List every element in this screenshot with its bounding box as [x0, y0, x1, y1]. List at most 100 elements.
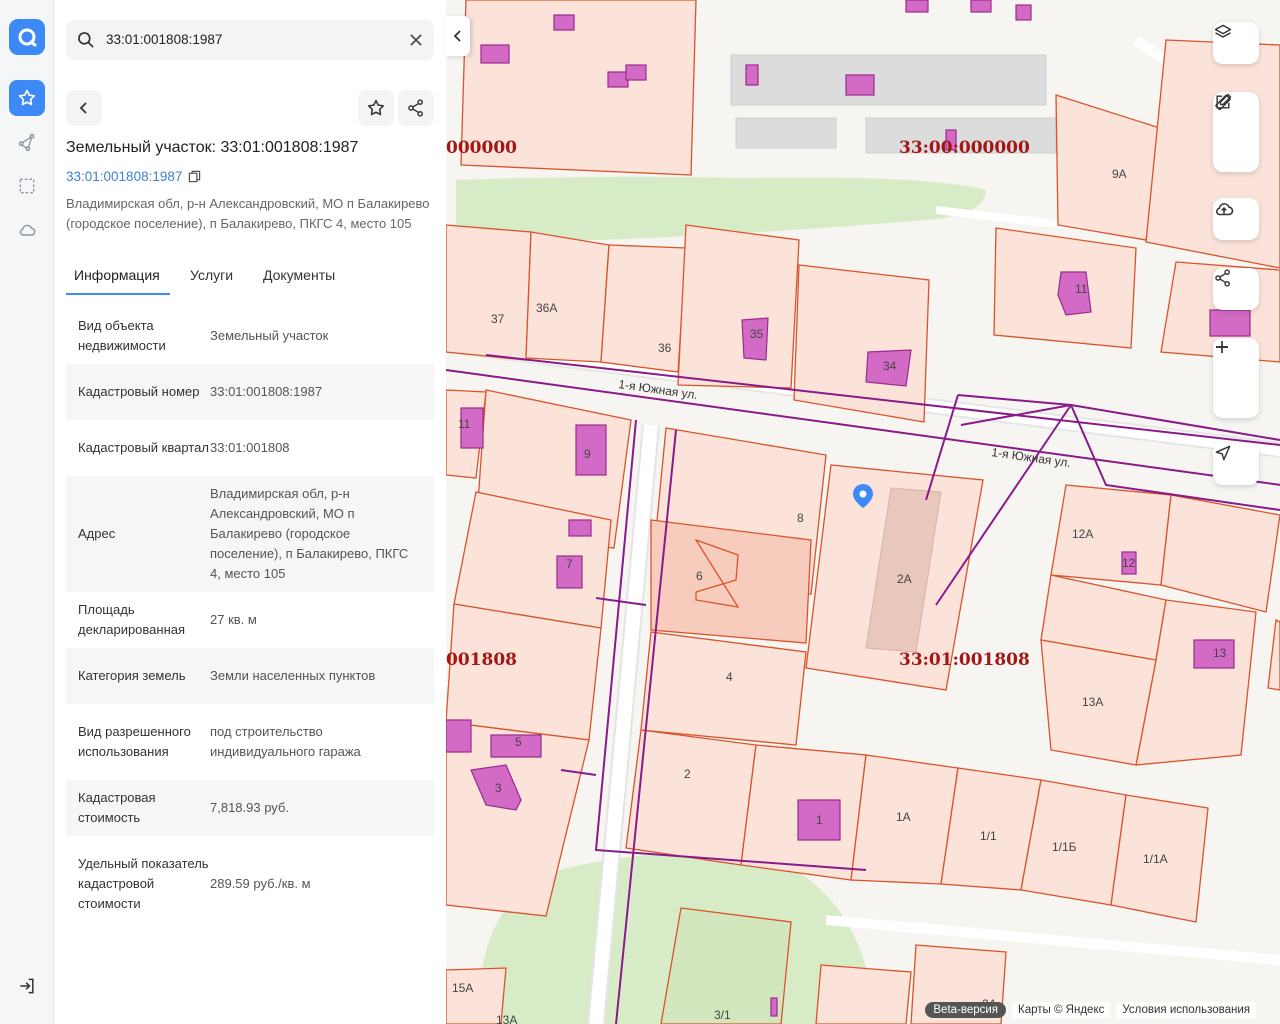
yandex-attribution[interactable]: Карты © Яндекс — [1012, 1002, 1111, 1018]
parcel-label: 6 — [696, 569, 703, 583]
parcel-label: 2 — [684, 767, 691, 781]
chevron-left-icon — [453, 30, 461, 42]
parcel-label: 1/1А — [1143, 852, 1168, 866]
row-label: Вид объекта недвижимости — [78, 318, 166, 353]
table-row: Площадь декларированная 27 кв. м — [66, 592, 434, 648]
collapse-panel-button[interactable] — [446, 16, 470, 56]
map-share-button[interactable] — [1213, 268, 1259, 310]
object-address: Владимирская обл, р-н Александровский, М… — [66, 196, 430, 231]
cloud-upload-icon — [1216, 203, 1234, 216]
parcel-label: 36 — [658, 341, 672, 355]
parcel-label: 11 — [458, 417, 471, 431]
quarter-label: 33:00:000000 — [899, 138, 1030, 158]
parcel-label: 5 — [515, 735, 522, 749]
quarter-label: 001808 — [446, 650, 517, 670]
favorites-star-icon[interactable] — [9, 80, 45, 116]
info-table: Вид объекта недвижимости Земельный участ… — [66, 308, 434, 932]
row-label: Адрес — [78, 526, 116, 541]
table-row: Категория земель Земли населенных пункто… — [66, 648, 434, 704]
table-row: Адрес Владимирская обл, р-н Александровс… — [66, 476, 434, 592]
parcel-label: 35 — [750, 327, 764, 341]
navigation-arrow-icon — [1215, 445, 1231, 461]
parcel-label: 37 — [491, 312, 505, 326]
parcel-label: 3/1 — [714, 1008, 731, 1022]
quarter-label: 000000 — [446, 138, 517, 158]
parcel-label: 12А — [1072, 527, 1093, 541]
row-value: 27 кв. м — [210, 612, 257, 627]
tabs: Информация Услуги Документы — [66, 264, 434, 296]
app-logo-icon[interactable] — [9, 19, 45, 55]
tools-group — [1213, 92, 1259, 172]
row-value: под строительство индивидуального гаража — [210, 724, 361, 759]
parcel-label: 1 — [816, 813, 823, 827]
parcel-label: 7 — [566, 557, 573, 571]
parcel-label: 2А — [897, 572, 912, 586]
parcel-label: 36А — [536, 301, 557, 315]
zoom-out-icon[interactable] — [1213, 338, 1231, 356]
back-button[interactable] — [66, 90, 102, 126]
row-value: 7,818.93 руб. — [210, 800, 290, 815]
copy-icon[interactable] — [188, 170, 201, 183]
table-row: Удельный показатель кадастровой стоимост… — [66, 836, 434, 932]
cloud-icon[interactable] — [9, 212, 45, 248]
row-value: Земли населенных пунктов — [210, 668, 376, 683]
my-location-button[interactable] — [1213, 443, 1259, 485]
parcel-label: 9 — [584, 447, 591, 461]
page-title: Земельный участок: 33:01:001808:1987 — [66, 139, 359, 156]
edit-icon[interactable] — [1213, 92, 1233, 112]
parcel-label: 1/1 — [980, 829, 997, 843]
clear-search-icon[interactable] — [408, 32, 424, 48]
parcel-label: 9А — [1112, 167, 1127, 181]
parcel-label: 15А — [452, 981, 473, 995]
row-label: Удельный показатель кадастровой стоимост… — [78, 856, 209, 911]
parcel-label: 1/1Б — [1052, 840, 1077, 854]
tab-information[interactable]: Информация — [74, 267, 160, 283]
route-icon[interactable] — [9, 124, 45, 160]
parcel-label: 13А — [1082, 695, 1103, 709]
row-label: Площадь декларированная — [78, 602, 186, 637]
app: 33:01:001808:1987 Земельный участок: 33:… — [0, 0, 1280, 1024]
selection-area-icon[interactable] — [9, 168, 45, 204]
add-favorite-button[interactable] — [358, 90, 394, 126]
upload-button[interactable] — [1213, 198, 1259, 240]
row-value: 33:01:001808 — [210, 440, 290, 455]
share-button[interactable] — [398, 90, 434, 126]
tab-services[interactable]: Услуги — [190, 267, 233, 283]
terms-link[interactable]: Условия использования — [1116, 1002, 1256, 1018]
parcel-label: 3 — [495, 781, 502, 795]
row-label: Кадастровый квартал — [78, 440, 209, 455]
quarter-label: 33:01:001808 — [899, 650, 1030, 670]
zoom-group — [1213, 338, 1259, 418]
cadastral-map[interactable]: 000000 33:00:000000 001808 33:01:001808 … — [446, 0, 1280, 1024]
parcel-label: 4 — [726, 670, 733, 684]
map-canvas[interactable]: 000000 33:00:000000 001808 33:01:001808 … — [446, 0, 1280, 1024]
table-row: Вид объекта недвижимости Земельный участ… — [66, 308, 434, 364]
layers-button[interactable] — [1213, 22, 1259, 64]
row-value: Владимирская обл, р-н Александровский, М… — [210, 486, 409, 581]
layers-icon — [1214, 24, 1232, 38]
star-icon — [367, 99, 385, 116]
row-label: Вид разрешенного использования — [78, 724, 191, 759]
table-row: Кадастровая стоимость 7,818.93 руб. — [66, 780, 434, 836]
row-label: Кадастровая стоимость — [78, 790, 156, 825]
share-icon — [1215, 269, 1230, 287]
left-rail — [0, 0, 54, 1024]
cadastral-number-text[interactable]: 33:01:001808:1987 — [66, 169, 182, 184]
row-value: 33:01:001808:1987 — [210, 384, 323, 399]
cadastral-number-link[interactable]: 33:01:001808:1987 — [66, 169, 201, 184]
active-tab-indicator — [66, 293, 170, 295]
logout-icon[interactable] — [9, 968, 45, 1004]
search-icon — [78, 32, 94, 48]
parcel-label: 1А — [896, 810, 911, 824]
beta-badge: Beta-версия — [925, 1002, 1007, 1018]
table-row: Вид разрешенного использования под строи… — [66, 704, 434, 780]
row-label: Категория земель — [78, 668, 186, 683]
parcel-label: 13 — [1213, 646, 1227, 660]
row-label: Кадастровый номер — [78, 384, 200, 399]
row-value: Земельный участок — [210, 328, 329, 343]
table-row: Кадастровый номер 33:01:001808:1987 — [66, 364, 434, 420]
search-field[interactable]: 33:01:001808:1987 — [66, 20, 434, 60]
tab-documents[interactable]: Документы — [263, 267, 335, 283]
chevron-left-icon — [79, 102, 87, 114]
search-input[interactable]: 33:01:001808:1987 — [106, 32, 222, 47]
